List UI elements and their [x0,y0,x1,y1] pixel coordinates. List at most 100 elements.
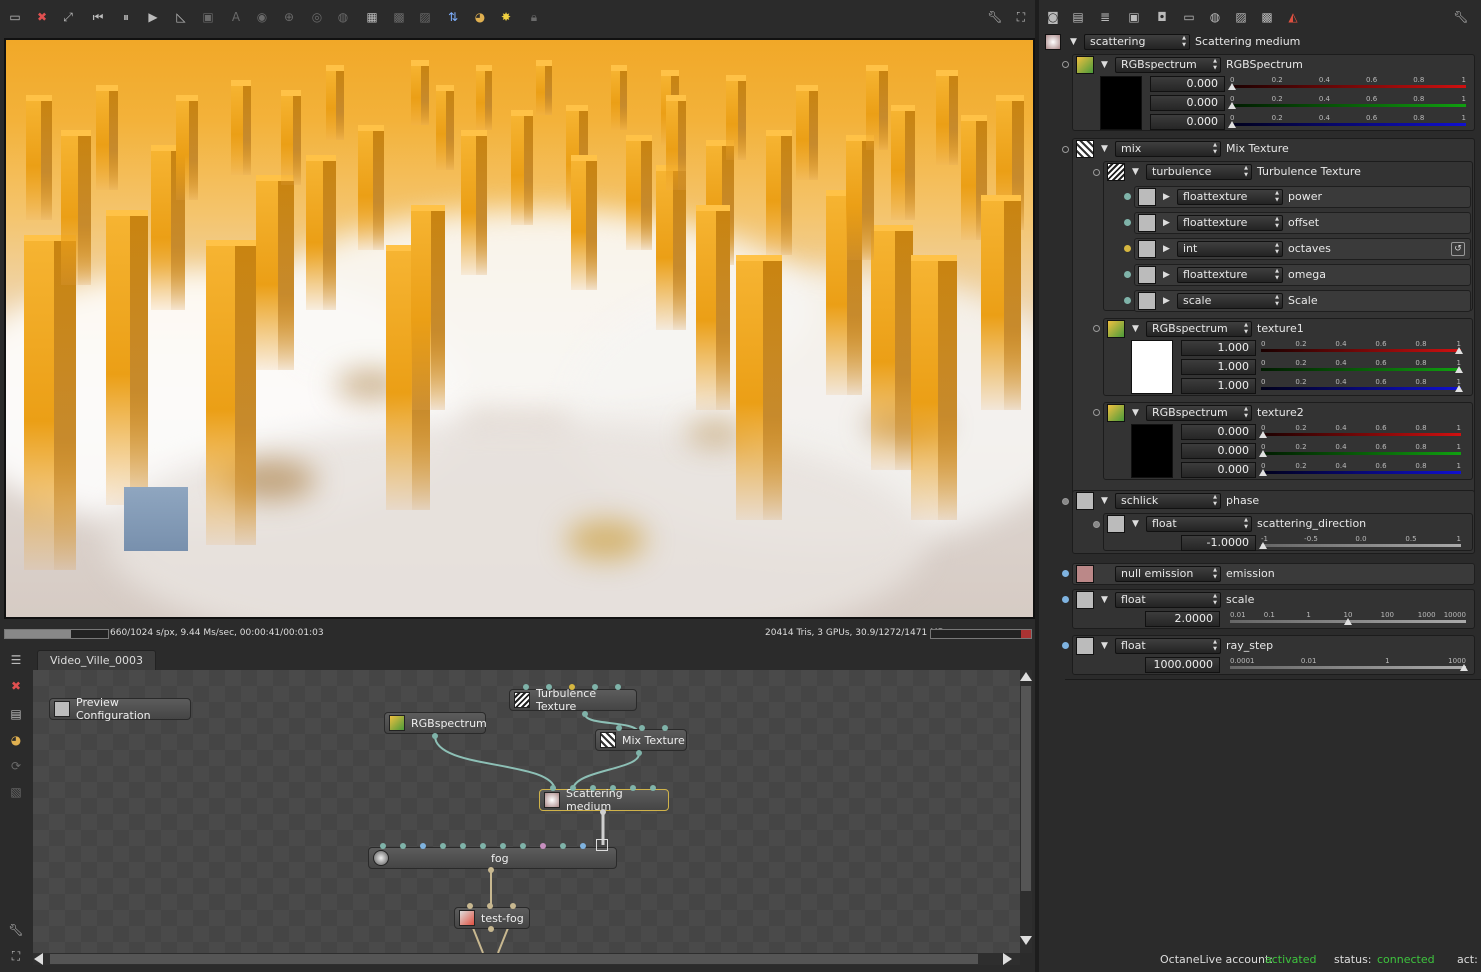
node-pin[interactable] [540,843,546,849]
node-pin[interactable] [510,903,516,909]
animate-toggle-icon[interactable]: ↺ [1451,242,1465,256]
direction-slider[interactable]: -1 -0.5 0.0 0.5 1 [1259,535,1461,551]
absorption-color-swatch[interactable] [1100,76,1142,130]
node-pin[interactable] [546,684,552,690]
node-pin[interactable] [460,843,466,849]
node-turbulence-texture[interactable]: Turbulence Texture [509,687,637,713]
expand-arrow[interactable]: ▶ [1163,189,1170,205]
object-picker-icon[interactable]: ⊕ [280,8,298,26]
scale-value-field[interactable]: 2.0000 [1145,611,1220,627]
panel-wrench-icon[interactable]: 🔧︎ [1452,8,1470,26]
texture2-type-select[interactable]: RGBspectrum [1146,405,1252,421]
graph-fullscreen-icon[interactable]: ⛶ [7,947,25,965]
absorption-type-select[interactable]: RGBspectrum [1115,57,1221,73]
slider-thumb[interactable] [1455,347,1463,354]
node-pin[interactable] [570,785,576,791]
node-pin[interactable] [488,867,494,873]
node-pin[interactable] [610,785,616,791]
texture-icon[interactable]: ▩ [1258,8,1276,26]
texture1-red-field[interactable]: 1.000 [1181,340,1256,356]
slider-thumb[interactable] [1228,121,1236,128]
slider-thumb[interactable] [1460,664,1468,671]
layers-icon[interactable]: ▤ [1069,8,1087,26]
collapse-arrow[interactable]: ▼ [1101,493,1108,509]
collapse-arrow[interactable]: ▼ [1101,592,1108,608]
scroll-thumb-horizontal[interactable] [50,954,978,964]
scroll-right-arrow[interactable] [1003,953,1012,965]
outliner-icon[interactable]: ≣ [1096,8,1114,26]
absorption-red-slider[interactable]: 0 0.2 0.4 0.6 0.8 1 [1228,76,1466,92]
save-render-icon[interactable]: ▭ [6,8,24,26]
camera-view-icon[interactable]: ◙ [1044,8,1062,26]
collapse-arrow[interactable]: ▼ [1132,516,1139,532]
clear-render-icon[interactable]: ✖ [33,8,51,26]
collapse-arrow[interactable]: ▼ [1132,164,1139,180]
texture1-green-slider[interactable]: 0 0.2 0.4 0.6 0.8 1 [1261,359,1463,375]
texture2-blue-slider[interactable]: 0 0.2 0.4 0.6 0.8 1 [1259,462,1461,478]
window-icon[interactable]: ▭ [1180,8,1198,26]
param-type-select[interactable]: floattexture [1177,215,1283,231]
focus-picker-icon[interactable]: ◺ [172,8,190,26]
slider-thumb[interactable] [1259,542,1267,549]
slider-thumb[interactable] [1228,102,1236,109]
lock-viewport-icon[interactable]: ▦ [363,8,381,26]
node-pin[interactable] [400,843,406,849]
scroll-down-arrow[interactable] [1020,936,1032,945]
slider-thumb[interactable] [1228,83,1236,90]
wrench-icon[interactable]: 🔧︎ [986,8,1004,26]
texture2-green-field[interactable]: 0.000 [1181,443,1256,459]
absorption-blue-field[interactable]: 0.000 [1150,114,1225,130]
picture-icon[interactable]: ▨ [1232,8,1250,26]
render-viewport[interactable] [6,40,1033,617]
scroll-thumb-vertical[interactable] [1021,686,1031,891]
medium-type-select[interactable]: scattering [1084,34,1190,50]
mix-type-select[interactable]: mix [1115,141,1221,157]
emission-type-select[interactable]: null emission [1115,566,1221,582]
scroll-up-arrow[interactable] [1020,672,1032,681]
node-pin[interactable] [615,684,621,690]
node-pin[interactable] [420,843,426,849]
color-picker-icon[interactable]: ✸ [497,8,515,26]
texture2-red-slider[interactable]: 0 0.2 0.4 0.6 0.8 1 [1259,424,1461,440]
node-pin[interactable] [662,725,668,731]
node-pin[interactable] [560,843,566,849]
absorption-blue-slider[interactable]: 0 0.2 0.4 0.6 0.8 1 [1228,114,1466,130]
node-pin[interactable] [569,684,575,690]
scroll-left-arrow[interactable] [34,953,43,965]
graph-menu-icon[interactable]: ☰ [7,651,25,669]
texture2-color-swatch[interactable] [1131,424,1173,478]
graph-refresh-icon[interactable]: ⟳ [7,757,25,775]
direction-value-field[interactable]: -1.0000 [1181,535,1256,551]
medium-input-socket[interactable] [596,839,608,851]
film-region-icon[interactable]: ▨ [416,8,434,26]
slider-thumb[interactable] [1344,618,1352,625]
viewport-resolution-icon[interactable]: ▣ [199,8,217,26]
node-pin[interactable] [590,785,596,791]
node-pin[interactable] [488,926,494,932]
absorption-green-slider[interactable]: 0 0.2 0.4 0.6 0.8 1 [1228,95,1466,111]
material-picker-icon[interactable]: ◉ [253,8,271,26]
material-ball-icon[interactable]: ◍ [1206,8,1224,26]
collapse-arrow[interactable]: ▼ [1101,141,1108,157]
param-type-select[interactable]: scale [1177,293,1283,309]
collapse-arrow[interactable]: ▼ [1070,34,1077,50]
node-preview-configuration[interactable]: Preview Configuration [49,696,191,722]
expand-arrow[interactable]: ▶ [1163,241,1170,257]
raystep-value-field[interactable]: 1000.0000 [1145,657,1220,673]
node-rgbspectrum[interactable]: RGBspectrum [384,712,487,734]
absorption-green-field[interactable]: 0.000 [1150,95,1225,111]
expand-arrow[interactable]: ▶ [1163,215,1170,231]
node-pin[interactable] [600,809,606,815]
node-pin[interactable] [639,725,645,731]
collapse-arrow[interactable]: ▼ [1132,321,1139,337]
image-icon[interactable]: ▣ [1125,8,1143,26]
slider-thumb[interactable] [1259,469,1267,476]
node-pin[interactable] [380,843,386,849]
param-type-select[interactable]: floattexture [1177,189,1283,205]
node-pin[interactable] [500,843,506,849]
graph-horizontal-scrollbar[interactable] [33,953,1020,965]
texture2-blue-field[interactable]: 0.000 [1181,462,1256,478]
lock-icon[interactable]: 🔒︎ [525,8,543,26]
node-pin[interactable] [580,843,586,849]
node-pin[interactable] [520,843,526,849]
